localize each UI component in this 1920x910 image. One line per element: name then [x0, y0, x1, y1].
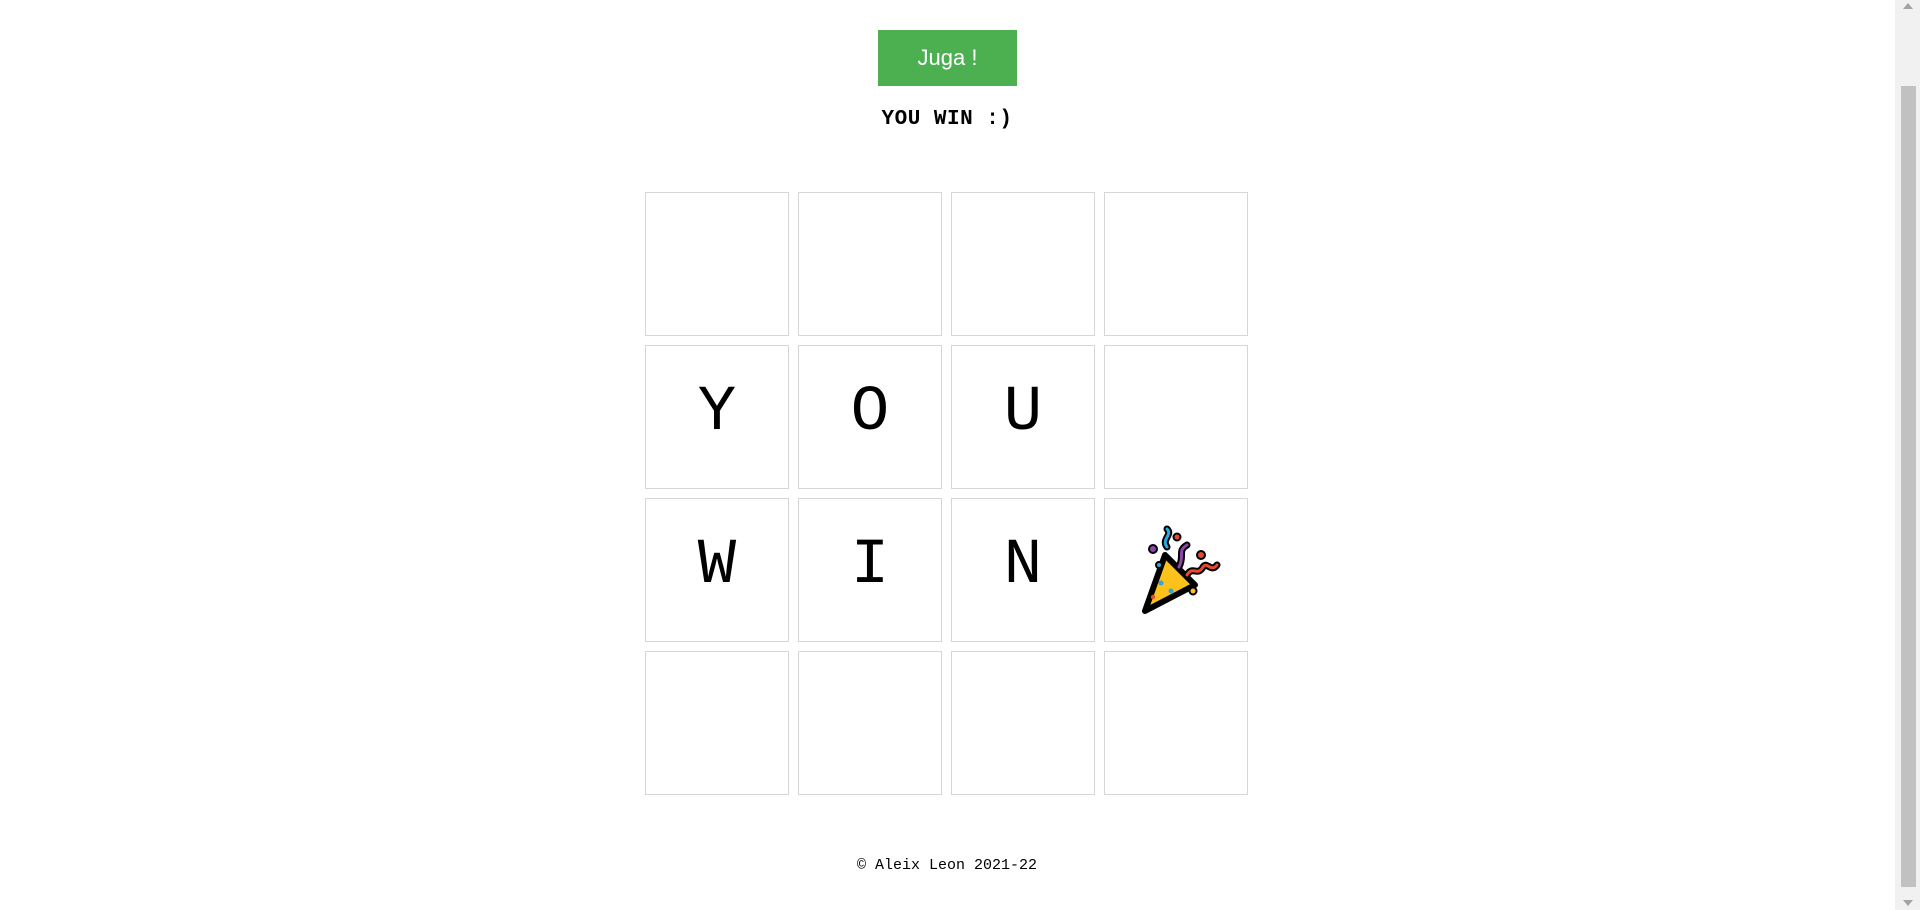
tile-6[interactable]: O: [798, 345, 942, 489]
tile-3[interactable]: [951, 192, 1095, 336]
tile-12[interactable]: [1104, 498, 1248, 642]
tile-6-label: O: [850, 377, 890, 449]
vertical-scrollbar[interactable]: [1895, 0, 1920, 910]
tile-7[interactable]: U: [951, 345, 1095, 489]
scroll-down-arrow-icon[interactable]: [1903, 900, 1913, 906]
tile-1[interactable]: [645, 192, 789, 336]
scroll-up-arrow-icon[interactable]: [1903, 3, 1913, 9]
tile-5-label: Y: [697, 377, 737, 449]
tile-8[interactable]: [1104, 345, 1248, 489]
tile-9[interactable]: W: [645, 498, 789, 642]
tile-5[interactable]: Y: [645, 345, 789, 489]
tile-11[interactable]: N: [951, 498, 1095, 642]
game-board: Y O U W I N: [645, 192, 1249, 796]
tile-7-label: U: [1003, 377, 1043, 449]
tile-14[interactable]: [798, 651, 942, 795]
party-popper-icon: [1142, 525, 1221, 614]
tile-4[interactable]: [1104, 192, 1248, 336]
tile-10-label: I: [850, 530, 890, 602]
game-status-message: YOU WIN :): [881, 108, 1013, 131]
play-button[interactable]: Juga !: [878, 30, 1017, 86]
tile-11-label: N: [1003, 530, 1043, 602]
tile-10[interactable]: I: [798, 498, 942, 642]
tile-2[interactable]: [798, 192, 942, 336]
tile-16[interactable]: [1104, 651, 1248, 795]
copyright-footer: © Aleix Leon 2021-22: [856, 857, 1038, 874]
tile-15[interactable]: [951, 651, 1095, 795]
scrollbar-thumb[interactable]: [1901, 86, 1916, 887]
tile-13[interactable]: [645, 651, 789, 795]
tile-9-label: W: [697, 530, 737, 602]
